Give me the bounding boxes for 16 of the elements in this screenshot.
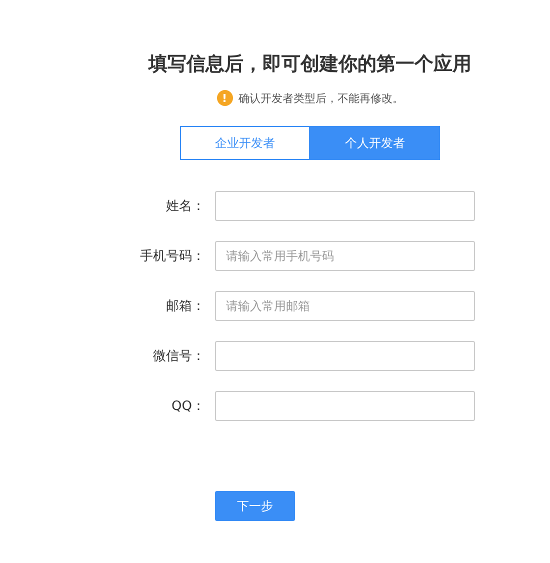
notice-text: 确认开发者类型后，不能再修改。 [238, 90, 404, 106]
next-button[interactable]: 下一步 [215, 491, 295, 521]
warning-icon: ! [216, 90, 232, 106]
input-field[interactable]: 请输入常用邮箱 [215, 291, 475, 321]
field-label: 手机号码： [139, 248, 205, 265]
input-field[interactable] [215, 191, 475, 221]
input-field[interactable] [215, 391, 475, 421]
developer-type-tab[interactable]: 个人开发者 [310, 126, 440, 160]
field-label: QQ： [170, 398, 205, 415]
field-label: 微信号： [152, 348, 205, 365]
input-field[interactable]: 请输入常用手机号码 [215, 241, 475, 271]
input-field[interactable] [215, 341, 475, 371]
field-label: 姓名： [165, 198, 205, 215]
page-title: 填写信息后，即可创建你的第一个应用 [148, 52, 472, 77]
field-label: 邮箱： [165, 298, 205, 315]
developer-type-tab[interactable]: 企业开发者 [180, 126, 310, 160]
